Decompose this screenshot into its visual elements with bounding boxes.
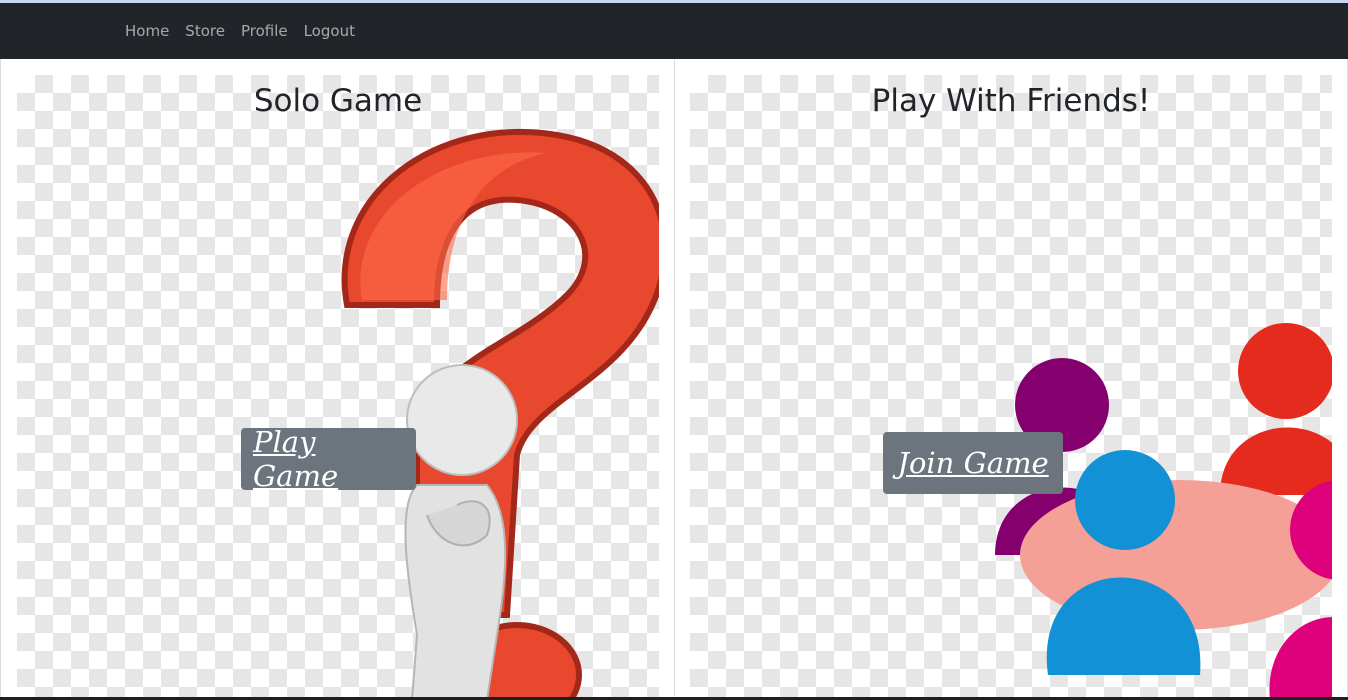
thinking-figure-question-mark-icon [341, 128, 659, 700]
pink-person-body [1269, 617, 1332, 700]
play-game-button[interactable]: Play Game [241, 425, 416, 493]
top-navbar: Home Store Profile Logout [0, 3, 1348, 59]
nav-profile-link[interactable]: Profile [233, 22, 296, 40]
friends-game-card: Play With Friends! [690, 75, 1332, 700]
blue-person-head [1075, 450, 1175, 550]
friends-game-title: Play With Friends! [871, 83, 1151, 119]
solo-game-panel: Solo Game [0, 59, 675, 700]
figure-head [406, 364, 518, 476]
group-people-icon [995, 323, 1332, 700]
nav-home-link[interactable]: Home [117, 22, 177, 40]
red-person-body [1220, 427, 1332, 495]
solo-game-card: Solo Game [17, 75, 659, 700]
solo-game-title: Solo Game [253, 83, 423, 119]
friends-game-panel: Play With Friends! [675, 59, 1348, 700]
nav-store-link[interactable]: Store [177, 22, 233, 40]
red-person-head [1238, 323, 1332, 419]
nav-links: Home Store Profile Logout [117, 3, 363, 59]
join-game-button[interactable]: Join Game [883, 432, 1063, 494]
nav-logout-link[interactable]: Logout [296, 22, 363, 40]
